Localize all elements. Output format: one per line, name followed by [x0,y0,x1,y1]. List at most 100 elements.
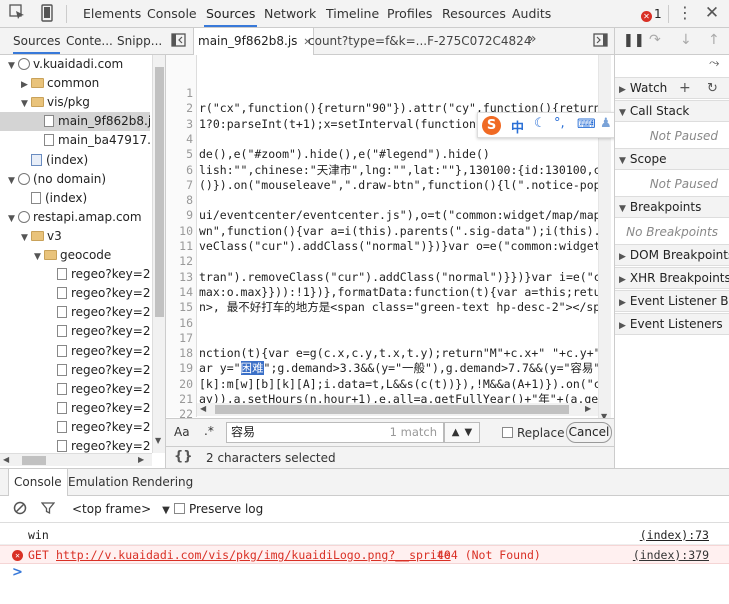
tree-item[interactable]: regeo?key=28 [0,361,150,380]
tree-item[interactable]: ▼ (no domain) [0,170,150,189]
tab-network[interactable]: Network [262,0,318,27]
navigator-tab-snippets[interactable]: Snipp... [117,28,162,54]
add-watch-icon[interactable]: + [679,78,691,99]
line-number[interactable]: 1 [166,86,193,101]
sidebar-section-call-stack[interactable]: ▼ Call Stack [615,100,729,122]
line-number[interactable]: 21 [166,392,193,407]
editor-tab-main-js[interactable]: main_9f862b8.js ✕ [193,28,314,55]
error-url-link[interactable]: http://v.kuaidadi.com/vis/pkg/img/kuaidi… [56,546,451,565]
line-number[interactable]: 5 [166,147,193,162]
line-number[interactable]: 17 [166,331,193,346]
more-menu-icon[interactable]: ⋮ [676,4,694,24]
tree-item[interactable]: regeo?key=28 [0,418,150,437]
tree-item[interactable]: regeo?key=28 [0,399,150,418]
editor-scrollbar[interactable]: ▼ [598,55,611,427]
tree-item[interactable]: main_ba47917.c [0,131,150,150]
tab-resources[interactable]: Resources [440,0,508,27]
step-over-icon[interactable]: ↷ [649,32,661,48]
search-nav-buttons[interactable]: ▲ ▼ [444,422,480,443]
drawer-tab-emulation[interactable]: Emulation [63,469,134,495]
tree-item[interactable]: regeo?key=28 [0,437,150,453]
line-number[interactable]: 20 [166,377,193,392]
ime-keyboard-icon[interactable]: ⌨ [577,117,596,132]
navigator-tab-sources[interactable]: Sources [13,28,61,54]
sidebar-section-breakpoints[interactable]: ▼ Breakpoints [615,196,729,218]
tree-item[interactable]: ▼ geocode [0,246,150,265]
tree-item[interactable]: regeo?key=28 [0,303,150,322]
tree-item[interactable]: (index) [0,189,150,208]
refresh-icon[interactable]: ↻ [707,78,718,99]
tree-item[interactable]: ▼ v3 [0,227,150,246]
deactivate-breakpoints-icon[interactable]: ⤳ [709,56,719,71]
console-source-link[interactable]: (index):73 [640,526,709,545]
tree-item[interactable]: ▼ v.kuaidadi.com [0,55,150,74]
line-number[interactable]: 8 [166,193,193,208]
line-number[interactable]: 14 [166,285,193,300]
line-number[interactable]: 16 [166,316,193,331]
step-into-icon[interactable]: ↓ [680,32,692,48]
ime-logo-icon[interactable]: S [482,116,501,135]
expand-right-icon[interactable]: ▶ [21,76,31,93]
line-number[interactable]: 15 [166,300,193,315]
cancel-button[interactable]: Cancel [566,422,612,443]
more-tabs-icon[interactable]: » [528,31,537,47]
code-area[interactable]: 1 2 r("cx",function(){return"90"}).attr("c… [166,55,598,427]
sidebar-section-event-listener-brea[interactable]: ▶Event Listener Brea [615,290,729,312]
tree-item[interactable]: ▶ common [0,74,150,93]
tree-item[interactable]: ▼ restapi.amap.com [0,208,150,227]
ime-user-icon[interactable]: ♟ [600,116,612,131]
replace-checkbox[interactable]: Replace [502,426,564,440]
step-out-icon[interactable]: ↑ [708,32,720,48]
toggle-navigator-icon[interactable] [170,33,186,49]
ime-moon-icon[interactable]: ☾ [534,116,546,131]
pause-icon[interactable]: ❚❚ [623,33,645,48]
search-prev-icon[interactable]: ▲ [452,427,460,438]
tab-timeline[interactable]: Timeline [324,0,381,27]
line-number[interactable]: 12 [166,254,193,269]
line-number[interactable]: 4 [166,132,193,147]
expand-down-icon[interactable]: ▼ [34,248,44,265]
device-mode-icon[interactable] [38,4,56,22]
sidebar-section-event-listeners[interactable]: ▶ Event Listeners [615,313,729,335]
tab-console[interactable]: Console [145,0,199,27]
expand-down-icon[interactable]: ▼ [8,210,18,227]
line-number[interactable]: 9 [166,208,193,223]
ime-punctuation-icon[interactable]: °, [554,116,565,131]
console-prompt[interactable]: > [12,565,712,585]
tab-elements[interactable]: Elements [81,0,143,27]
drawer-tab-rendering[interactable]: Rendering [127,469,198,495]
sidebar-section-watch[interactable]: ▶ Watch + ↻ [615,77,729,99]
line-number[interactable]: 18 [166,346,193,361]
pretty-print-button[interactable]: {} [174,449,193,464]
match-case-toggle[interactable]: Aa [174,425,190,439]
search-input[interactable]: 容易 1 match [226,422,444,443]
inspect-element-icon[interactable] [8,4,26,22]
line-number[interactable]: 10 [166,224,193,239]
close-icon[interactable]: ✕ [702,3,722,23]
line-number[interactable]: 11 [166,239,193,254]
toggle-debugger-icon[interactable] [592,33,608,49]
filter-icon[interactable] [40,501,56,517]
error-counter[interactable]: ✕ 1 [641,6,662,22]
tree-item[interactable]: (index) [0,151,150,170]
tree-item[interactable]: main_9f862b8.js [0,112,150,132]
tree-item[interactable]: regeo?key=28 [0,284,150,303]
line-number[interactable]: 6 [166,163,193,178]
line-number[interactable]: 13 [166,270,193,285]
expand-down-icon[interactable]: ▼ [21,95,31,112]
tree-item[interactable]: regeo?key=28 [0,342,150,361]
line-number[interactable]: 3 [166,117,193,132]
navigator-hscrollbar[interactable]: ◀ ▶ [0,453,152,466]
ime-mode-label[interactable]: 中 [511,117,524,136]
navigator-tab-content-scripts[interactable]: Conte... [66,28,113,54]
expand-down-icon[interactable]: ▼ [8,172,18,189]
tab-profiles[interactable]: Profiles [385,0,434,27]
clear-console-icon[interactable] [12,501,28,517]
sidebar-section-dom-breakpoints[interactable]: ▶ DOM Breakpoints [615,244,729,266]
tab-sources[interactable]: Sources [204,0,258,27]
editor-hscrollbar[interactable]: ◀ ▶ [197,403,598,416]
tree-item[interactable]: regeo?key=28 [0,380,150,399]
drawer-tab-console[interactable]: Console [8,469,68,496]
preserve-log-checkbox[interactable]: Preserve log [174,502,263,516]
search-next-icon[interactable]: ▼ [465,427,473,438]
